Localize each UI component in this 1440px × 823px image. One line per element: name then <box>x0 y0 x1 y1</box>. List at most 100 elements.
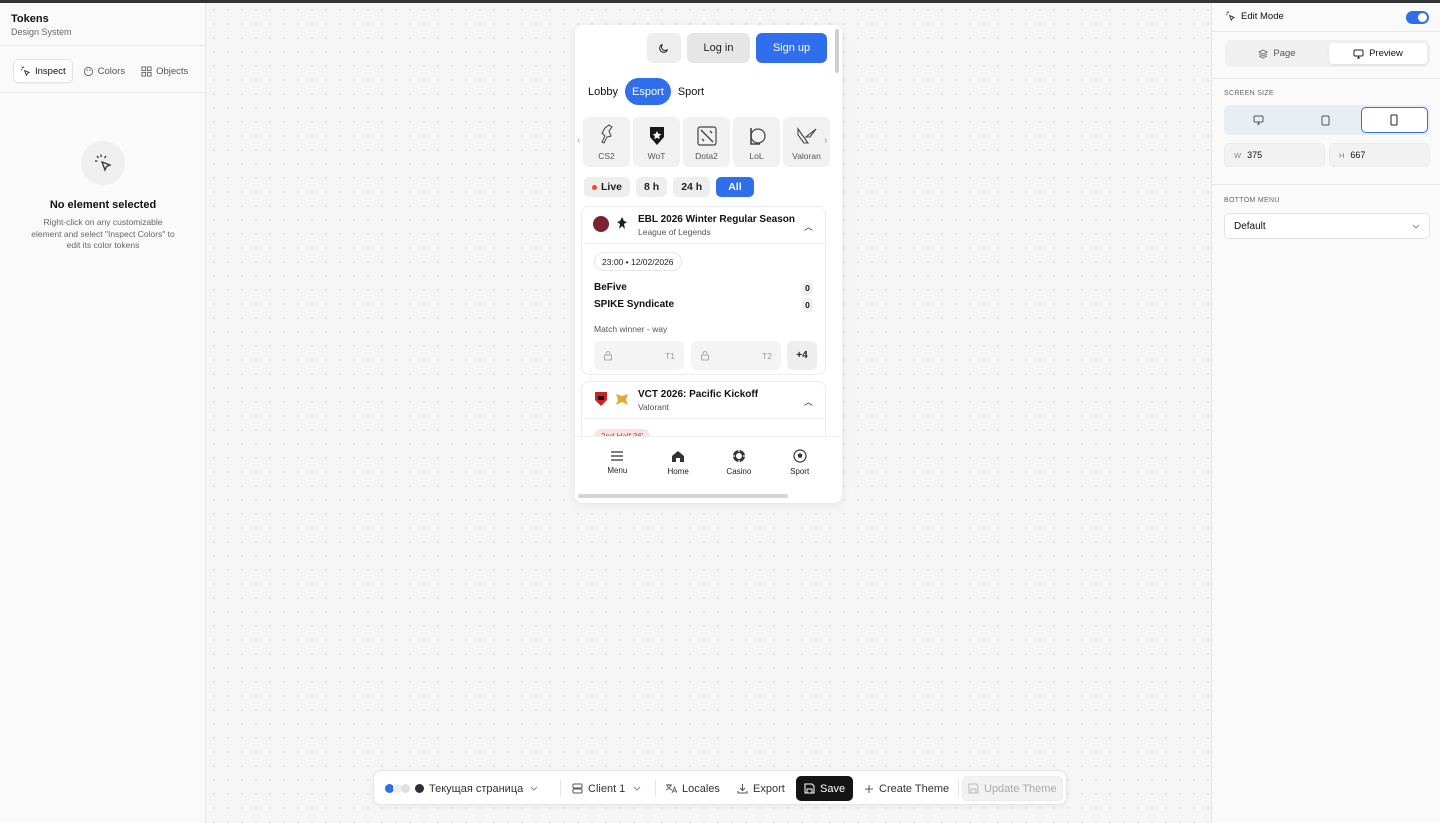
tab-label: Colors <box>97 65 126 77</box>
game-valorant[interactable]: Valoran <box>783 117 830 167</box>
league-title: VCT 2026: Pacific Kickoff <box>638 389 759 400</box>
toolbar-separator <box>958 780 959 797</box>
translate-icon <box>665 784 677 794</box>
tab-label: Inspect <box>35 65 66 77</box>
team-name: SPIKE Syndicate <box>594 299 675 310</box>
export-label: Export <box>753 782 785 795</box>
filter-all[interactable]: All <box>716 177 754 197</box>
plus-icon <box>865 784 873 793</box>
tab-sport[interactable]: Sport <box>673 78 709 105</box>
download-icon <box>737 784 748 794</box>
bottom-nav-label: Sport <box>790 467 810 476</box>
edit-mode-label: Edit Mode <box>1241 11 1284 22</box>
save-icon <box>804 783 815 794</box>
team-logo-1 <box>593 391 609 407</box>
theme-toggle-button[interactable] <box>647 33 681 63</box>
league-game: Valorant <box>638 402 670 412</box>
edit-mode-toggle[interactable] <box>1406 11 1429 24</box>
odd-button-t2[interactable]: T2 <box>691 341 781 370</box>
team-logo-spike <box>614 216 630 232</box>
section-title: SCREEN SIZE <box>1224 90 1274 97</box>
bottom-nav-sport[interactable]: Sport <box>775 437 825 488</box>
smartphone-icon <box>1390 114 1398 126</box>
login-button[interactable]: Log in <box>687 33 750 63</box>
lol-icon <box>749 128 766 145</box>
chevron-down-icon <box>633 786 641 791</box>
page-selector[interactable]: Текущая страница <box>380 776 543 801</box>
filter-24h[interactable]: 24 h <box>673 177 711 197</box>
game-label: CS2 <box>598 151 615 161</box>
client-label: Client 1 <box>588 782 626 795</box>
update-theme-button[interactable]: Update Theme <box>962 776 1063 801</box>
tablet-icon <box>1321 115 1330 125</box>
left-panel: Tokens Design System Inspect Colors Obje… <box>0 3 206 823</box>
monitor-icon <box>1253 115 1264 125</box>
locales-button[interactable]: Locales <box>660 776 725 801</box>
league-game: League of Legends <box>638 227 711 237</box>
filter-live[interactable]: Live <box>584 177 631 197</box>
filter-label: Live <box>601 181 623 193</box>
divider <box>1212 78 1440 79</box>
chevron-up-icon[interactable]: ︿ <box>804 220 813 233</box>
tab-colors[interactable]: Colors <box>77 59 131 83</box>
team-score: 0 <box>802 281 813 295</box>
empty-state-description: Right-click on any customizable element … <box>31 217 175 250</box>
save-button[interactable]: Save <box>796 776 854 801</box>
odd-label: T2 <box>762 350 772 361</box>
create-theme-button[interactable]: Create Theme <box>859 776 954 801</box>
edit-mode-row: Edit Mode <box>1225 11 1284 22</box>
bottom-nav-label: Casino <box>726 467 752 476</box>
game-lol[interactable]: LoL <box>733 117 780 167</box>
save-label: Save <box>820 782 846 795</box>
chevron-right-icon[interactable]: › <box>824 135 827 146</box>
layers-icon <box>1258 48 1269 59</box>
more-markets-button[interactable]: +4 <box>787 341 817 370</box>
dota2-icon <box>696 126 717 146</box>
filter-8h[interactable]: 8 h <box>636 177 668 197</box>
create-theme-label: Create Theme <box>879 782 950 795</box>
game-dota2[interactable]: Dota2 <box>683 117 730 167</box>
height-label: H <box>1339 150 1345 160</box>
bottom-nav-label: Menu <box>607 466 628 475</box>
chevron-left-icon[interactable]: ‹ <box>577 135 580 146</box>
home-icon <box>672 450 685 462</box>
match-card-header[interactable]: EBL 2026 Winter Regular Season League of… <box>582 207 825 244</box>
tab-page[interactable]: Page <box>1228 43 1326 64</box>
color-dot <box>401 784 410 793</box>
size-mobile[interactable] <box>1360 107 1428 133</box>
vertical-scrollbar[interactable] <box>835 29 839 73</box>
chevron-up-icon[interactable]: ︿ <box>804 395 813 408</box>
size-tablet[interactable] <box>1293 107 1358 133</box>
tab-objects[interactable]: Objects <box>135 59 194 83</box>
bottom-menu-select[interactable]: Default <box>1224 213 1430 239</box>
match-card: EBL 2026 Winter Regular Season League of… <box>581 206 826 375</box>
tab-lobby[interactable]: Lobby <box>583 78 623 105</box>
bottom-nav-casino[interactable]: Casino <box>714 437 764 488</box>
team-logo-2 <box>614 391 630 407</box>
signup-button[interactable]: Sign up <box>756 33 827 63</box>
horizontal-scrollbar[interactable] <box>578 494 788 498</box>
market-name: Match winner - way <box>594 324 668 334</box>
tab-inspect[interactable]: Inspect <box>13 59 73 83</box>
client-selector[interactable]: Client 1 <box>567 776 646 801</box>
team-score: 0 <box>802 298 813 312</box>
bottom-nav-label: Home <box>667 466 689 476</box>
odd-button-t1[interactable]: T1 <box>594 341 684 370</box>
toolbar-separator <box>560 780 561 797</box>
width-field[interactable]: W 375 <box>1224 143 1325 167</box>
locales-label: Locales <box>682 782 720 795</box>
export-button[interactable]: Export <box>732 776 790 801</box>
bottom-nav-home[interactable]: Home <box>653 437 703 488</box>
game-wot[interactable]: WoT <box>633 117 680 167</box>
team-name: BeFive <box>594 282 627 293</box>
game-cs2[interactable]: CS2 <box>583 117 630 167</box>
divider <box>1212 31 1440 32</box>
match-card-header[interactable]: VCT 2026: Pacific Kickoff Valorant ︿ <box>582 382 825 419</box>
tab-esport[interactable]: Esport <box>624 78 671 105</box>
right-panel: Edit Mode Page Preview SCREEN SIZE W 375… <box>1211 3 1440 823</box>
divider <box>1212 184 1440 185</box>
height-field[interactable]: H 667 <box>1329 143 1430 167</box>
bottom-nav-menu[interactable]: Menu <box>592 437 642 488</box>
tab-preview[interactable]: Preview <box>1329 43 1427 64</box>
size-desktop[interactable] <box>1226 107 1291 133</box>
